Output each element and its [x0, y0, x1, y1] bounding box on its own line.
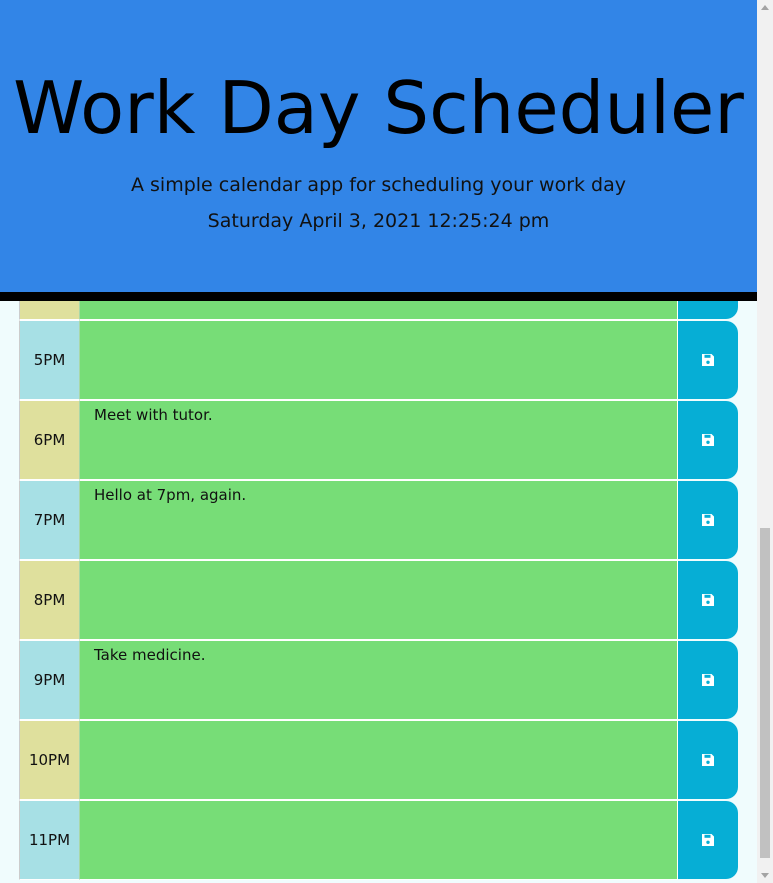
time-block: 8PM	[19, 560, 738, 640]
subtitle: A simple calendar app for scheduling you…	[130, 174, 627, 196]
hour-label: 9PM	[19, 640, 79, 720]
scroll-thumb[interactable]	[760, 528, 770, 858]
scroll-down-arrow-icon[interactable]	[761, 873, 769, 878]
description-input[interactable]	[79, 800, 678, 880]
hour-label: 11PM	[19, 800, 79, 880]
save-icon	[702, 834, 714, 846]
description-input[interactable]	[79, 720, 678, 800]
page-title: Work Day Scheduler	[13, 66, 744, 150]
header: Work Day Scheduler A simple calendar app…	[0, 0, 757, 301]
hour-label: 6PM	[19, 400, 79, 480]
time-block-list: 4PM 5PM 6PM Meet with tutor. 7PM Hello a…	[19, 240, 738, 880]
page-scrollbar[interactable]	[757, 0, 773, 883]
time-block: 6PM Meet with tutor.	[19, 400, 738, 480]
app-viewport: Work Day Scheduler A simple calendar app…	[0, 0, 773, 883]
current-day: Saturday April 3, 2021 12:25:24 pm	[207, 210, 550, 232]
description-input[interactable]	[79, 560, 678, 640]
hour-label: 7PM	[19, 480, 79, 560]
save-icon	[702, 594, 714, 606]
save-button[interactable]	[678, 401, 738, 479]
hour-label: 5PM	[19, 320, 79, 400]
save-icon	[702, 434, 714, 446]
save-icon	[702, 354, 714, 366]
time-block: 7PM Hello at 7pm, again.	[19, 480, 738, 560]
description-input[interactable]: Hello at 7pm, again.	[79, 480, 678, 560]
save-button[interactable]	[678, 321, 738, 399]
save-icon	[702, 514, 714, 526]
save-button[interactable]	[678, 481, 738, 559]
hour-label: 10PM	[19, 720, 79, 800]
description-input[interactable]	[79, 320, 678, 400]
time-block: 10PM	[19, 720, 738, 800]
save-button[interactable]	[678, 641, 738, 719]
save-icon	[702, 754, 714, 766]
time-block: 11PM	[19, 800, 738, 880]
description-input[interactable]: Take medicine.	[79, 640, 678, 720]
save-button[interactable]	[678, 561, 738, 639]
time-block: 9PM Take medicine.	[19, 640, 738, 720]
time-block: 5PM	[19, 320, 738, 400]
hour-label: 8PM	[19, 560, 79, 640]
description-input[interactable]: Meet with tutor.	[79, 400, 678, 480]
save-button[interactable]	[678, 721, 738, 799]
scroll-up-arrow-icon[interactable]	[761, 5, 769, 10]
save-button[interactable]	[678, 801, 738, 879]
save-icon	[702, 674, 714, 686]
